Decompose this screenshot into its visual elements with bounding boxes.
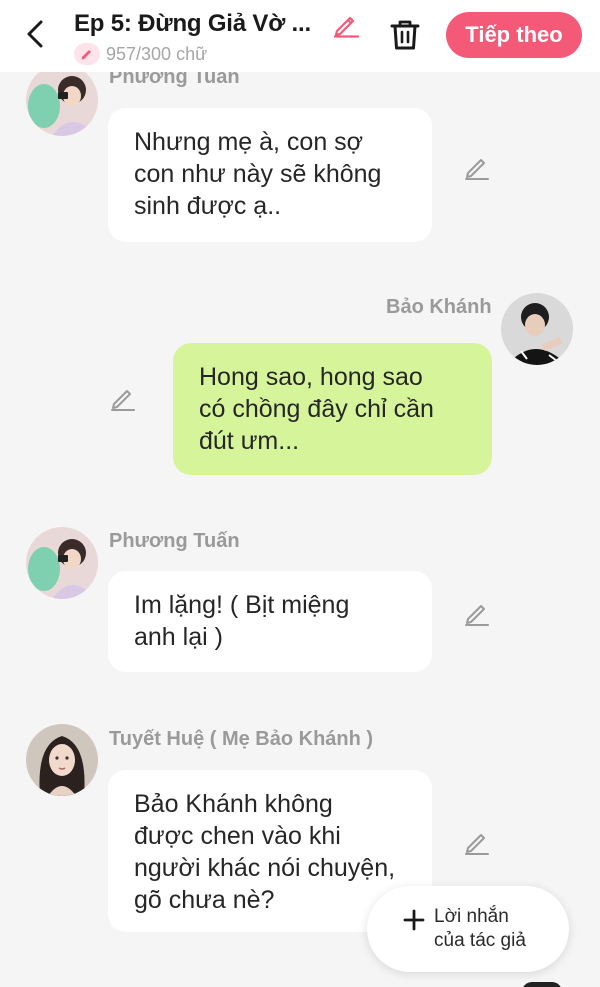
next-button[interactable]: Tiếp theo xyxy=(446,12,582,58)
avatar-image xyxy=(26,527,98,599)
pencil-icon xyxy=(111,390,135,411)
message-line: Hong sao, hong sao xyxy=(199,363,423,391)
pencil-icon xyxy=(465,834,489,855)
plus-icon xyxy=(403,909,425,931)
top-bar: Ep 5: Đừng Giả Vờ ... 957/300 chữ Tiếp t… xyxy=(0,0,600,72)
message-line: có chồng đây chỉ cần xyxy=(199,395,434,423)
message-edit-button[interactable] xyxy=(460,825,494,859)
word-count: 957/300 chữ xyxy=(106,43,208,64)
message-line: anh lại ) xyxy=(134,623,223,651)
message-line: Im lặng! ( Bịt miệng xyxy=(134,591,350,619)
author-note-line: Lời nhắn xyxy=(434,906,509,927)
message-bubble[interactable]: Im lặng! ( Bịt miệng anh lại ) xyxy=(108,571,432,672)
delete-button[interactable] xyxy=(384,14,426,56)
avatar-image xyxy=(26,64,98,136)
word-count-row: 957/300 chữ xyxy=(74,42,207,66)
chat-editor-screen: Ep 5: Đừng Giả Vờ ... 957/300 chữ Tiếp t… xyxy=(0,0,600,987)
word-count-badge xyxy=(74,43,100,65)
title-edit-button[interactable] xyxy=(330,8,362,40)
sender-name: Tuyết Huệ ( Mẹ Bảo Khánh ) xyxy=(109,728,374,750)
message-line: con như này sẽ không xyxy=(134,160,382,188)
pencil-icon xyxy=(81,50,91,60)
message-line: đút ưm... xyxy=(199,427,300,455)
back-button[interactable] xyxy=(18,14,54,54)
message-edit-button[interactable] xyxy=(460,596,494,630)
author-note-label: Lời nhắn của tác giả xyxy=(434,905,526,953)
message-bubble[interactable]: Hong sao, hong sao có chồng đây chỉ cần … xyxy=(173,343,492,475)
pencil-icon xyxy=(465,159,489,180)
avatar-image xyxy=(26,724,98,796)
avatar-phuong-tuan[interactable] xyxy=(26,527,98,599)
pencil-icon xyxy=(333,16,360,38)
trash-icon xyxy=(390,20,420,50)
message-line: sinh được ạ.. xyxy=(134,192,282,220)
avatar-bao-khanh[interactable] xyxy=(501,293,573,365)
message-edit-button[interactable] xyxy=(460,150,494,184)
message-bubble[interactable]: Nhưng mẹ à, con sợ con như này sẽ không … xyxy=(108,108,432,242)
message-line: gõ chưa nè? xyxy=(134,886,275,914)
pencil-icon xyxy=(465,605,489,626)
avatar-tuyet-hue[interactable] xyxy=(26,724,98,796)
partial-avatar xyxy=(522,982,562,987)
sender-name: Bảo Khánh xyxy=(386,296,492,318)
chevron-left-icon xyxy=(27,20,43,48)
episode-title[interactable]: Ep 5: Đừng Giả Vờ ... xyxy=(74,10,320,38)
author-note-button[interactable]: Lời nhắn của tác giả xyxy=(367,886,569,972)
message-line: Nhưng mẹ à, con sợ xyxy=(134,128,364,156)
message-line: được chen vào khi xyxy=(134,822,341,850)
avatar-phuong-tuan[interactable] xyxy=(26,64,98,136)
sender-name: Phương Tuấn xyxy=(109,530,240,552)
author-note-line: của tác giả xyxy=(434,930,526,951)
message-line: Bảo Khánh không xyxy=(134,790,333,818)
message-edit-button[interactable] xyxy=(106,381,140,415)
message-line: người khác nói chuyện, xyxy=(134,854,396,882)
avatar-image xyxy=(501,293,573,365)
